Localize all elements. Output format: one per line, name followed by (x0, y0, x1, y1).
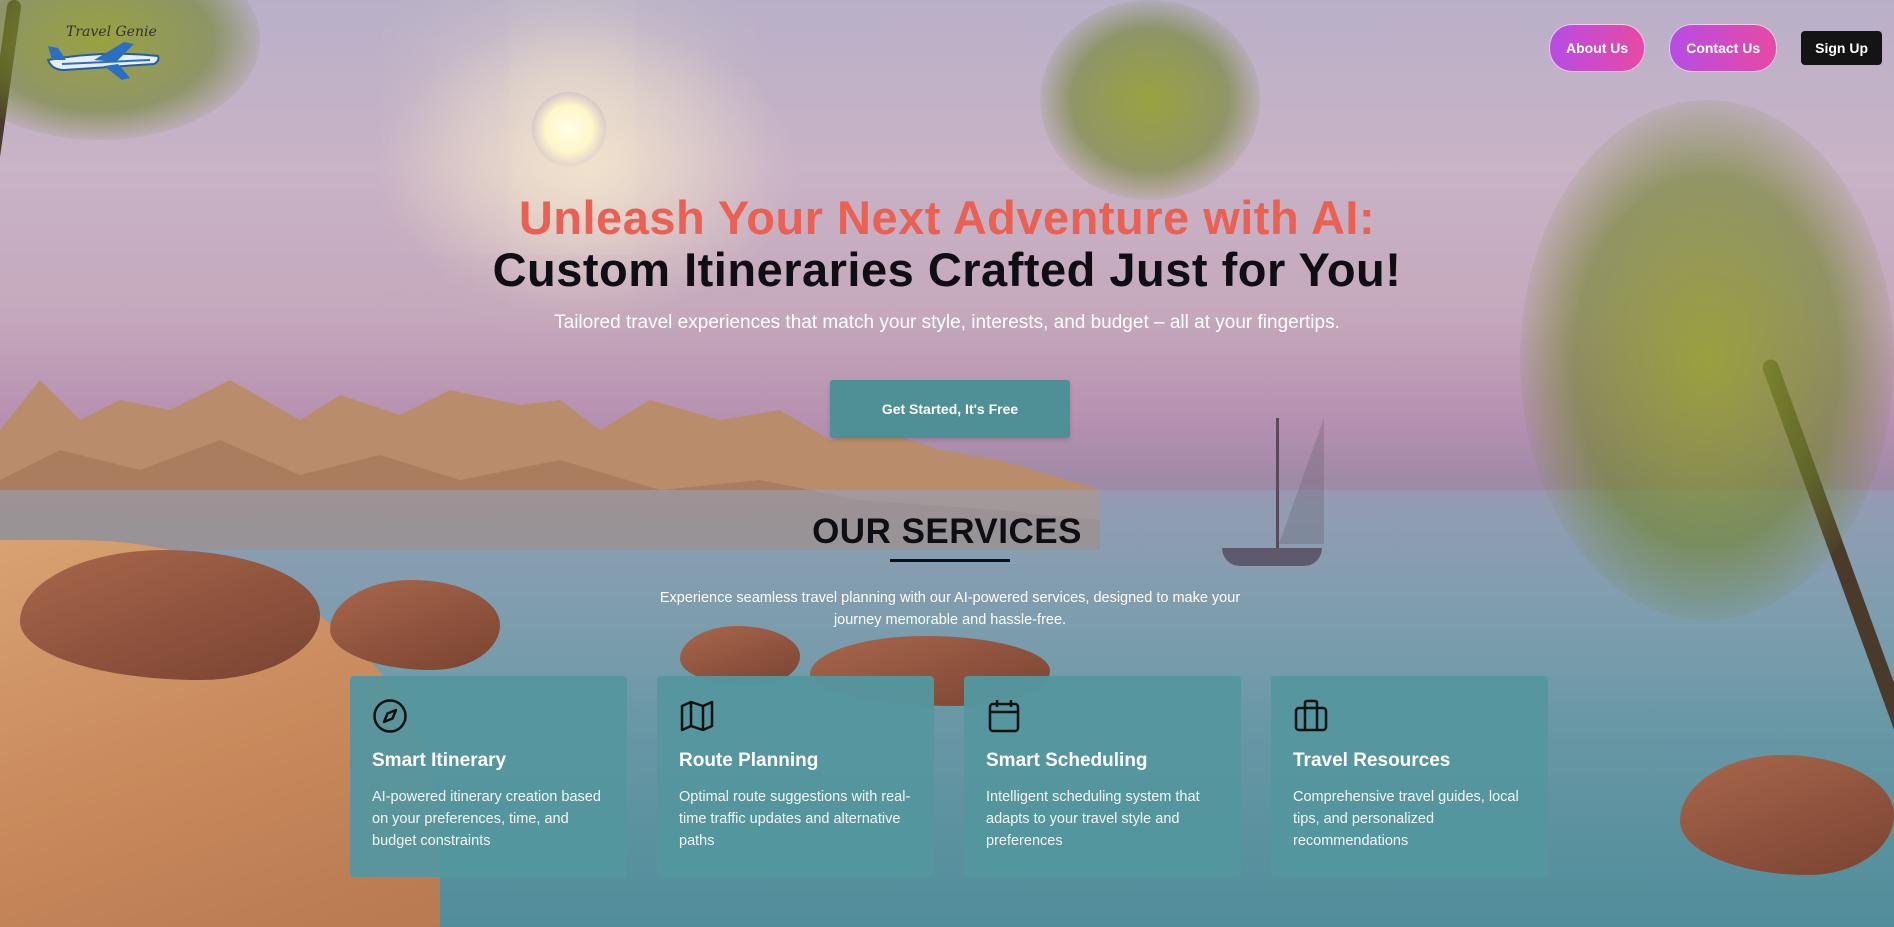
hero-headline-accent: Unleash Your Next Adventure with AI: (518, 191, 1376, 244)
sun (532, 92, 606, 166)
service-card-title: Travel Resources (1293, 750, 1451, 771)
service-card-text: AI-powered itinerary creation based on y… (372, 789, 601, 849)
hero-headline-main: Custom Itineraries Crafted Just for You! (492, 243, 1402, 296)
service-card-title: Smart Itinerary (372, 750, 507, 771)
service-card-route-planning[interactable]: Route Planning Optimal route suggestions… (657, 676, 934, 877)
service-card-title: Route Planning (679, 750, 819, 771)
briefcase-icon (1293, 698, 1329, 734)
hero-subtitle: Tailored travel experiences that match y… (554, 312, 1340, 333)
get-started-button[interactable]: Get Started, It's Free (830, 380, 1070, 438)
sign-up-button[interactable]: Sign Up (1801, 31, 1882, 65)
service-card-text: Intelligent scheduling system that adapt… (986, 789, 1200, 849)
calendar-icon (986, 698, 1022, 734)
services-title: OUR SERVICES (812, 512, 1082, 551)
airplane-icon: Travel Genie (46, 24, 160, 80)
rock (330, 580, 500, 670)
compass-icon (372, 698, 408, 734)
hero-headline: Unleash Your Next Adventure with AI: Cus… (0, 192, 1894, 296)
svg-text:Travel Genie: Travel Genie (66, 24, 157, 40)
service-card-title: Smart Scheduling (986, 750, 1148, 771)
service-card-text: Optimal route suggestions with real-time… (679, 789, 911, 849)
service-card-smart-scheduling[interactable]: Smart Scheduling Intelligent scheduling … (964, 676, 1241, 877)
contact-us-button[interactable]: Contact Us (1669, 24, 1778, 72)
services-cards: Smart Itinerary AI-powered itinerary cre… (350, 676, 1548, 877)
service-card-travel-resources[interactable]: Travel Resources Comprehensive travel gu… (1271, 676, 1548, 877)
map-icon (679, 698, 715, 734)
about-us-button[interactable]: About Us (1548, 24, 1646, 72)
rock (1680, 755, 1894, 875)
rock (20, 550, 320, 680)
logo[interactable]: Travel Genie (44, 20, 162, 82)
palm-fronds (1040, 0, 1260, 200)
service-card-smart-itinerary[interactable]: Smart Itinerary AI-powered itinerary cre… (350, 676, 627, 877)
service-card-text: Comprehensive travel guides, local tips,… (1293, 789, 1519, 849)
hero-section: Unleash Your Next Adventure with AI: Cus… (0, 192, 1894, 334)
services-description: Experience seamless travel planning with… (659, 590, 1241, 628)
main-nav: About Us Contact Us Sign Up (1548, 24, 1882, 72)
title-underline (890, 559, 1010, 562)
